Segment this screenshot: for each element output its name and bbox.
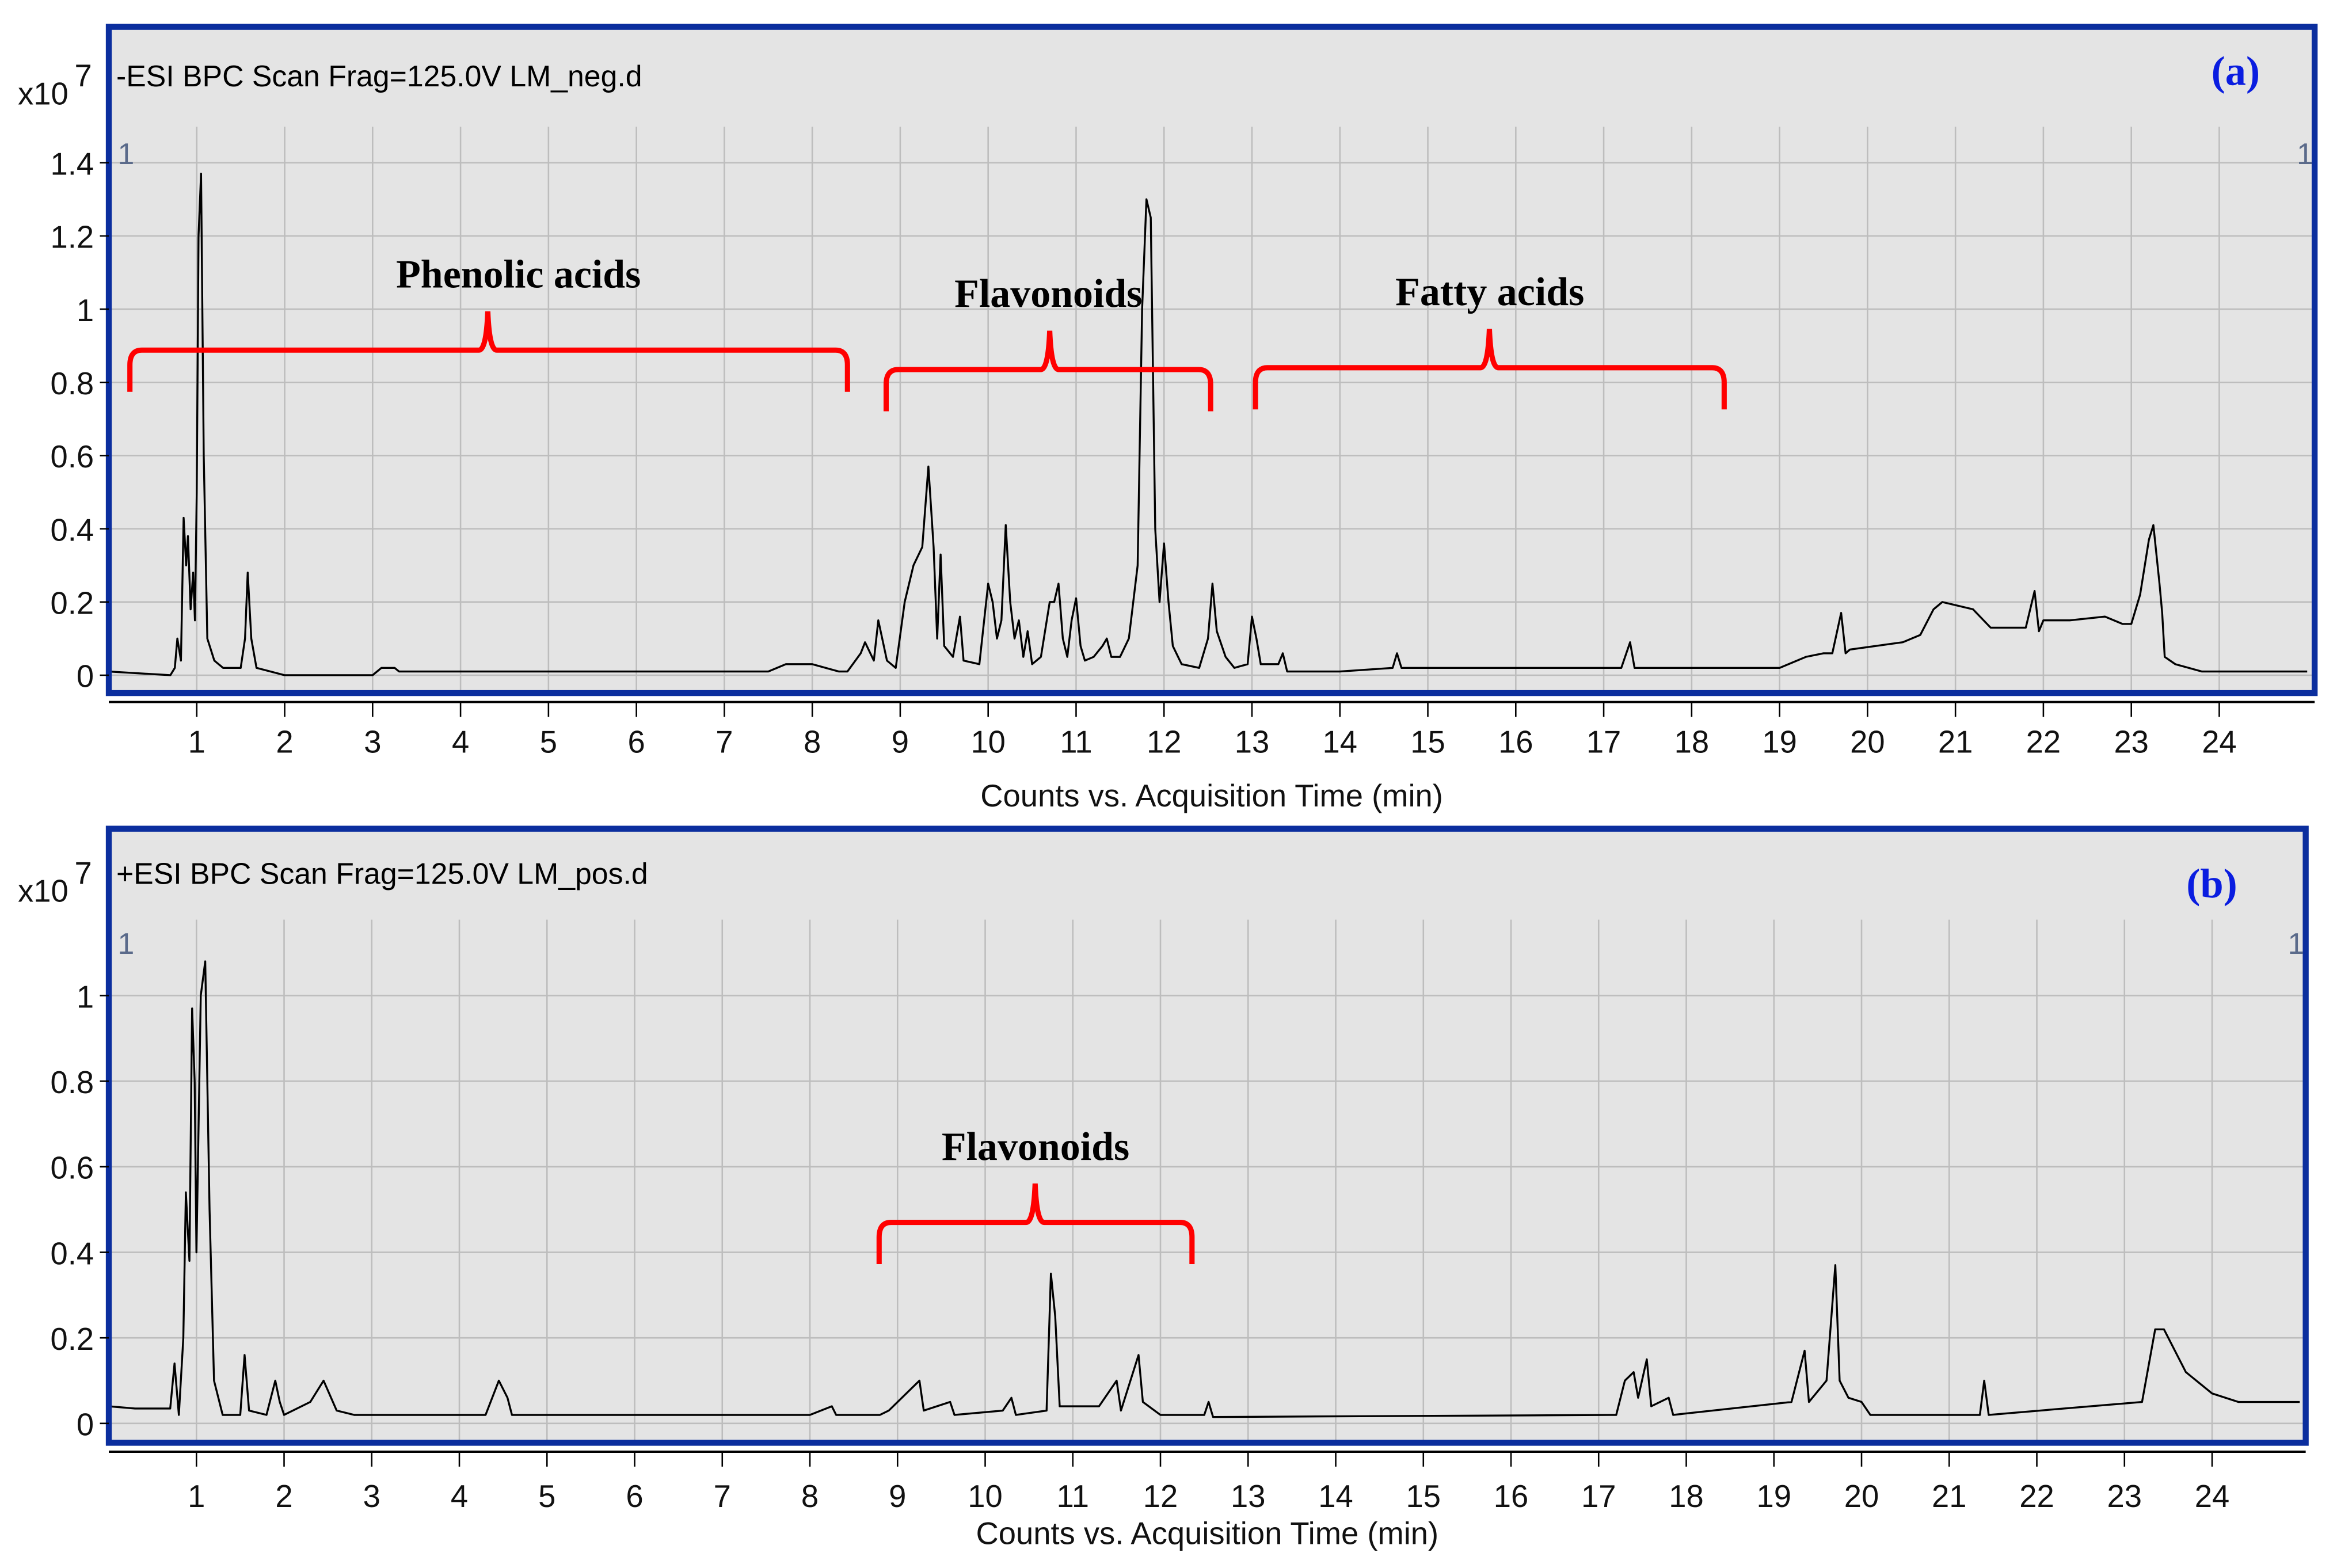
x-tick-label: 14 [1323,725,1357,760]
x-tick-label: 19 [1757,1479,1791,1514]
y-tick-label: 0.4 [51,512,94,547]
x-tick-label: 4 [451,1479,468,1514]
x-tick-label: 3 [363,1479,380,1514]
x-tick-label: 1 [188,1479,205,1514]
plot-background [109,829,2306,1443]
x-tick-label: 5 [540,725,557,760]
y-tick-label: 0.4 [51,1236,94,1271]
cursor-marker-right: 1 [2297,137,2313,170]
chart-title: -ESI BPC Scan Frag=125.0V LM_neg.d [116,59,642,93]
x-tick-label: 13 [1235,725,1269,760]
x-tick-label: 20 [1844,1479,1879,1514]
x-tick-label: 24 [2202,725,2236,760]
x-tick-label: 9 [889,1479,906,1514]
x-tick-label: 10 [968,1479,1002,1514]
x-tick-label: 7 [715,725,733,760]
x-tick-label: 22 [2026,725,2061,760]
x-tick-label: 18 [1674,725,1709,760]
x-tick-label: 16 [1494,1479,1528,1514]
x-tick-label: 18 [1669,1479,1703,1514]
x-tick-label: 9 [892,725,909,760]
x-tick-label: 12 [1147,725,1181,760]
x-tick-label: 24 [2195,1479,2229,1514]
y-tick-label: 0.2 [51,1322,94,1357]
y-tick-label: 0.6 [51,439,94,474]
x-tick-label: 11 [1060,725,1092,760]
y-tick-label: 0.6 [51,1151,94,1186]
y-multiplier-label: x10 [18,874,68,909]
x-tick-label: 6 [628,725,645,760]
x-tick-label: 20 [1850,725,1885,760]
annotation-label: Phenolic acids [396,253,641,297]
x-tick-label: 23 [2107,1479,2142,1514]
x-tick-label: 1 [188,725,205,760]
x-tick-label: 12 [1143,1479,1178,1514]
chart-title: +ESI BPC Scan Frag=125.0V LM_pos.d [116,857,648,890]
cursor-marker-left: 1 [118,137,135,170]
x-tick-label: 21 [1932,1479,1966,1514]
x-tick-label: 6 [626,1479,643,1514]
x-tick-label: 14 [1318,1479,1353,1514]
x-tick-label: 8 [801,1479,819,1514]
x-tick-label: 19 [1762,725,1796,760]
y-tick-label: 0.8 [51,366,94,401]
annotation-label: Fatty acids [1395,270,1584,314]
y-tick-label: 0.8 [51,1065,94,1100]
x-tick-label: 10 [970,725,1005,760]
x-tick-label: 2 [275,1479,292,1514]
cursor-marker-left: 1 [118,927,135,960]
y-tick-label: 0 [77,659,94,694]
x-tick-label: 13 [1231,1479,1265,1514]
x-tick-label: 8 [804,725,821,760]
panel-label: (a) [2212,48,2260,94]
x-tick-label: 17 [1581,1479,1616,1514]
cursor-marker-right: 1 [2288,927,2305,960]
x-tick-label: 5 [538,1479,555,1514]
y-tick-label: 1.2 [51,220,94,255]
annotation-label: Flavonoids [954,272,1142,316]
x-axis-label: Counts vs. Acquisition Time (min) [980,778,1443,813]
annotation-label: Flavonoids [942,1125,1129,1169]
x-tick-label: 17 [1586,725,1621,760]
x-tick-label: 23 [2114,725,2148,760]
chromatogram-figure: 1234567891011121314151617181920212223240… [0,0,2337,1568]
y-multiplier-label: x10 [18,76,68,111]
x-tick-label: 15 [1410,725,1445,760]
x-tick-label: 16 [1498,725,1533,760]
panel-label: (b) [2186,860,2237,907]
x-tick-label: 22 [2019,1479,2054,1514]
y-tick-label: 0.2 [51,586,94,621]
x-tick-label: 21 [1938,725,1973,760]
y-tick-label: 1 [77,979,94,1014]
x-axis-label: Counts vs. Acquisition Time (min) [976,1516,1439,1551]
y-exponent-label: 7 [74,855,92,890]
x-tick-label: 3 [364,725,381,760]
y-exponent-label: 7 [74,58,92,93]
chromatogram-panel-a: 1234567891011121314151617181920212223240… [18,27,2315,813]
x-tick-label: 11 [1057,1479,1089,1514]
x-tick-label: 4 [452,725,469,760]
y-tick-label: 0 [77,1407,94,1443]
x-tick-label: 7 [714,1479,731,1514]
x-tick-label: 2 [276,725,293,760]
y-tick-label: 1 [77,293,94,328]
x-tick-label: 15 [1406,1479,1441,1514]
y-tick-label: 1.4 [51,146,94,181]
chromatogram-panel-b: 1234567891011121314151617181920212223240… [18,829,2306,1551]
